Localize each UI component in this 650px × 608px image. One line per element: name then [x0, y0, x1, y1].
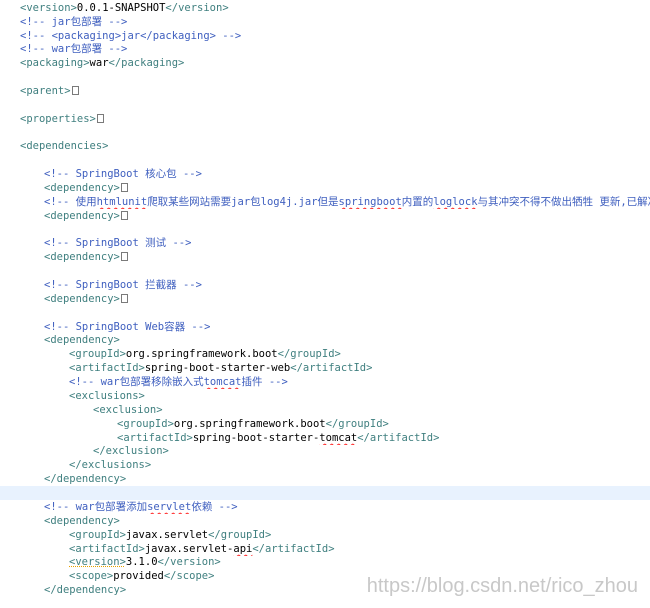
code-line-41: <version>3.1.0</version>: [69, 556, 221, 568]
code-line-24: <!-- SpringBoot Web容器 -->: [44, 321, 211, 333]
code-line-14: <dependency>: [44, 181, 650, 195]
code-line-35: </dependency>: [44, 473, 127, 485]
code-line-19: <dependency>: [44, 250, 650, 264]
current-line-highlight[interactable]: [0, 486, 650, 500]
code-line-21: <!-- SpringBoot 拦截器 -->: [44, 279, 202, 291]
folded-block-icon[interactable]: [71, 86, 79, 95]
code-line-3: <!-- <packaging>jar</packaging> -->: [20, 30, 242, 42]
folded-block-icon[interactable]: [120, 294, 128, 303]
code-line-13: <!-- SpringBoot 核心包 -->: [44, 168, 202, 180]
folded-block-icon[interactable]: [120, 183, 128, 192]
code-line-15: <!-- 使用htmlunit爬取某些网站需要jar包log4j.jar但是sp…: [44, 196, 650, 208]
code-line-5: <packaging>war</packaging>: [20, 57, 185, 69]
code-line-34: </exclusions>: [69, 459, 152, 471]
code-line-2: <!-- jar包部署 -->: [20, 16, 128, 28]
code-line-7: <parent>: [20, 84, 650, 98]
code-line-26: <groupId>org.springframework.boot</group…: [69, 348, 341, 360]
code-line-27: <artifactId>spring-boot-starter-web</art…: [69, 362, 373, 374]
code-line-40: <artifactId>javax.servlet-api</artifactI…: [69, 543, 335, 555]
code-line-4: <!-- war包部署 -->: [20, 43, 128, 55]
folded-block-icon[interactable]: [120, 211, 128, 220]
code-line-29: <exclusions>: [69, 390, 145, 402]
code-line-11: <dependencies>: [20, 140, 109, 152]
folded-block-icon[interactable]: [96, 114, 104, 123]
code-line-18: <!-- SpringBoot 测试 -->: [44, 237, 192, 249]
code-line-1: <version>0.0.1-SNAPSHOT</version>: [20, 2, 229, 14]
watermark: https://blog.csdn.net/rico_zhou: [366, 575, 638, 597]
code-line-28: <!-- war包部署移除嵌入式tomcat插件 -->: [69, 376, 288, 388]
code-line-9: <properties>: [20, 112, 650, 126]
code-line-38: <dependency>: [44, 515, 120, 527]
code-line-30: <exclusion>: [93, 404, 163, 416]
code-line-25: <dependency>: [44, 334, 120, 346]
code-line-31: <groupId>org.springframework.boot</group…: [117, 418, 389, 430]
code-line-39: <groupId>javax.servlet</groupId>: [69, 529, 272, 541]
folded-block-icon[interactable]: [120, 252, 128, 261]
code-line-22: <dependency>: [44, 292, 650, 306]
code-line-16: <dependency>: [44, 209, 650, 223]
code-line-32: <artifactId>spring-boot-starter-tomcat</…: [117, 432, 440, 444]
xml-code-editor[interactable]: <version>0.0.1-SNAPSHOT</version> <!-- j…: [0, 0, 650, 608]
code-line-37: <!-- war包部署添加servlet依赖 -->: [44, 501, 238, 513]
code-line-33: </exclusion>: [93, 445, 169, 457]
